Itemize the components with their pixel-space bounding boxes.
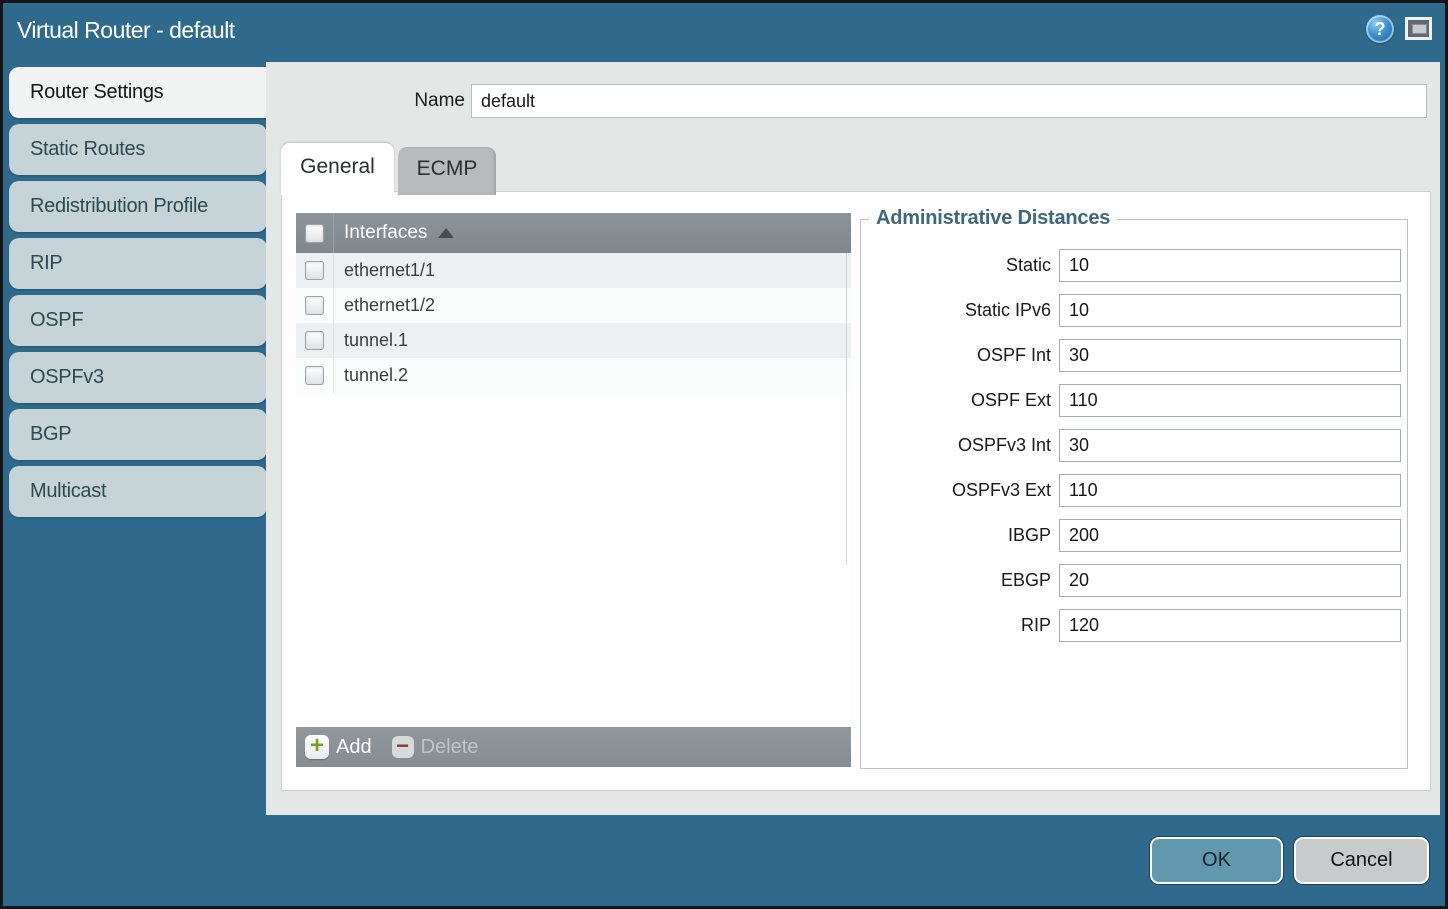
row-checkbox[interactable]	[305, 331, 324, 350]
sidebar-item-static-routes[interactable]: Static Routes	[9, 124, 267, 175]
header-checkbox-cell	[296, 213, 334, 253]
admin-distance-row: RIP	[861, 609, 1407, 642]
row-checkbox-cell	[296, 253, 334, 288]
row-checkbox[interactable]	[305, 296, 324, 315]
delete-button[interactable]: − Delete	[392, 736, 479, 759]
row-checkbox-cell	[296, 358, 334, 393]
name-label: Name	[410, 90, 465, 112]
name-input[interactable]	[471, 84, 1427, 118]
admin-distance-row: OSPF Int	[861, 339, 1407, 372]
restore-window-icon[interactable]	[1405, 17, 1432, 40]
static-field[interactable]	[1059, 249, 1401, 282]
sidebar-item-multicast[interactable]: Multicast	[9, 466, 267, 517]
interfaces-column-header[interactable]: Interfaces	[296, 213, 851, 253]
sidebar-item-redistribution-profile[interactable]: Redistribution Profile	[9, 181, 267, 232]
admin-distance-row: EBGP	[861, 564, 1407, 597]
ospfv3-int-field[interactable]	[1059, 429, 1401, 462]
admin-distance-row: OSPFv3 Ext	[861, 474, 1407, 507]
ospfv3-int-label: OSPFv3 Int	[861, 435, 1051, 456]
interface-name: ethernet1/1	[344, 260, 435, 281]
table-row[interactable]: ethernet1/2	[296, 288, 851, 323]
admin-distance-row: OSPF Ext	[861, 384, 1407, 417]
tab-ecmp[interactable]: ECMP	[398, 147, 496, 195]
interface-name: tunnel.2	[344, 365, 408, 386]
sort-ascending-icon	[438, 228, 454, 238]
ospfv3-ext-field[interactable]	[1059, 474, 1401, 507]
general-tab-content: Interfaces ethernet1/1 ethernet1/2	[281, 191, 1431, 791]
sidebar-item-rip[interactable]: RIP	[9, 238, 267, 289]
interface-name: ethernet1/2	[344, 295, 435, 316]
ospf-ext-field[interactable]	[1059, 384, 1401, 417]
administrative-distances-fieldset: Administrative Distances Static Static I…	[860, 219, 1408, 769]
sidebar-item-router-settings[interactable]: Router Settings	[9, 67, 284, 118]
administrative-distances-rows: Static Static IPv6 OSPF Int OSPF Ext	[861, 249, 1407, 642]
router-settings-panel: Name General ECMP Interfaces etherne	[266, 62, 1440, 815]
rip-label: RIP	[861, 615, 1051, 636]
table-row[interactable]: tunnel.2	[296, 358, 851, 393]
ebgp-label: EBGP	[861, 570, 1051, 591]
sidebar-item-ospf[interactable]: OSPF	[9, 295, 267, 346]
interfaces-header-label: Interfaces	[344, 222, 427, 244]
dialog-title: Virtual Router - default	[17, 17, 235, 44]
ospf-int-field[interactable]	[1059, 339, 1401, 372]
administrative-distances-legend: Administrative Distances	[869, 207, 1117, 230]
cancel-button[interactable]: Cancel	[1294, 837, 1429, 884]
row-checkbox[interactable]	[305, 261, 324, 280]
row-checkbox-cell	[296, 323, 334, 358]
admin-distance-row: Static	[861, 249, 1407, 282]
ibgp-label: IBGP	[861, 525, 1051, 546]
table-row[interactable]: ethernet1/1	[296, 253, 851, 288]
delete-button-label: Delete	[421, 736, 479, 759]
titlebar: Virtual Router - default ?	[3, 3, 1445, 62]
row-checkbox[interactable]	[305, 366, 324, 385]
ospf-ext-label: OSPF Ext	[861, 390, 1051, 411]
tab-general[interactable]: General	[281, 143, 394, 195]
admin-distance-row: IBGP	[861, 519, 1407, 552]
admin-distance-row: Static IPv6	[861, 294, 1407, 327]
sidebar: Router Settings Static Routes Redistribu…	[9, 67, 284, 517]
rip-field[interactable]	[1059, 609, 1401, 642]
static-label: Static	[861, 255, 1051, 276]
select-all-checkbox[interactable]	[305, 224, 324, 243]
row-checkbox-cell	[296, 288, 334, 323]
table-scrollbar[interactable]	[846, 253, 847, 565]
ospf-int-label: OSPF Int	[861, 345, 1051, 366]
add-button-label: Add	[336, 736, 372, 759]
add-plus-icon: +	[305, 735, 329, 759]
sidebar-item-bgp[interactable]: BGP	[9, 409, 267, 460]
ibgp-field[interactable]	[1059, 519, 1401, 552]
add-button[interactable]: + Add	[305, 735, 372, 759]
help-icon[interactable]: ?	[1366, 15, 1394, 43]
admin-distance-row: OSPFv3 Int	[861, 429, 1407, 462]
table-row[interactable]: tunnel.1	[296, 323, 851, 358]
interfaces-table: Interfaces ethernet1/1 ethernet1/2	[296, 213, 851, 767]
ebgp-field[interactable]	[1059, 564, 1401, 597]
sidebar-item-ospfv3[interactable]: OSPFv3	[9, 352, 267, 403]
virtual-router-dialog: Virtual Router - default ? Router Settin…	[0, 0, 1448, 909]
static-ipv6-field[interactable]	[1059, 294, 1401, 327]
table-empty-area	[296, 393, 851, 727]
ok-button[interactable]: OK	[1150, 837, 1283, 884]
interface-name: tunnel.1	[344, 330, 408, 351]
table-footer-toolbar: + Add − Delete	[296, 727, 851, 767]
ospfv3-ext-label: OSPFv3 Ext	[861, 480, 1051, 501]
static-ipv6-label: Static IPv6	[861, 300, 1051, 321]
delete-minus-icon: −	[392, 736, 414, 758]
